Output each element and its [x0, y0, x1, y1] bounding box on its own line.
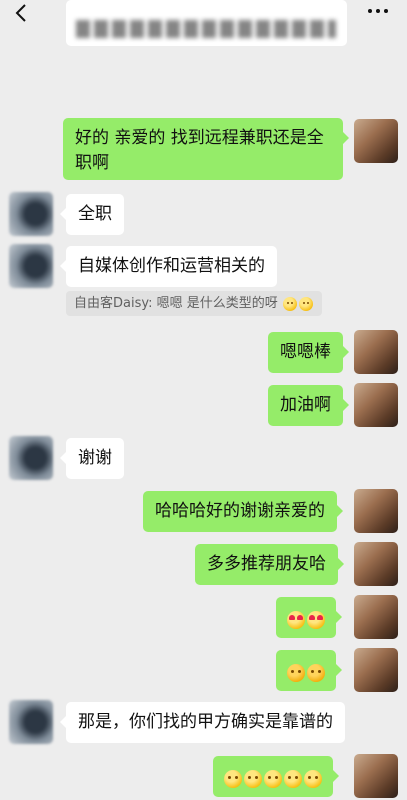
message-bubble[interactable]: 嗯嗯棒	[268, 332, 349, 373]
message-row: 加油啊	[0, 383, 407, 429]
avatar[interactable]	[354, 383, 398, 427]
message-row: 那是，你们找的甲方确实是靠谱的	[0, 700, 407, 746]
message-bubble[interactable]: 那是，你们找的甲方确实是靠谱的	[60, 702, 345, 743]
message-row: 嗯嗯棒	[0, 330, 407, 376]
message-row	[0, 595, 407, 641]
message-bubble[interactable]: 好的 亲爱的 找到远程兼职还是全职啊	[63, 118, 349, 180]
avatar[interactable]	[354, 648, 398, 692]
message-bubble[interactable]: 自媒体创作和运营相关的	[60, 246, 277, 287]
avatar[interactable]	[9, 700, 53, 744]
avatar[interactable]	[9, 192, 53, 236]
smirk-face-icon	[284, 770, 302, 788]
avatar[interactable]	[354, 119, 398, 163]
message-row: 多多推荐朋友哈	[0, 542, 407, 588]
heart-eyes-icon	[307, 611, 325, 629]
avatar[interactable]	[354, 542, 398, 586]
shy-face-icon	[307, 664, 325, 682]
message-bubble-emoji[interactable]	[276, 597, 342, 638]
message-bubble[interactable]: 多多推荐朋友哈	[195, 544, 344, 585]
message-row	[0, 648, 407, 694]
heart-eyes-icon	[287, 611, 305, 629]
smirk-face-icon	[264, 770, 282, 788]
smirk-face-icon	[224, 770, 242, 788]
message-bubble[interactable]: 加油啊	[268, 385, 349, 426]
message-bubble[interactable]: 全职	[60, 194, 124, 235]
message-row	[0, 754, 407, 800]
smirk-face-icon	[298, 296, 313, 311]
message-row: 全职	[0, 192, 407, 238]
previous-message-bubble	[66, 0, 347, 46]
smirk-face-icon	[282, 296, 297, 311]
message-row: 好的 亲爱的 找到远程兼职还是全职啊	[0, 118, 407, 182]
message-bubble-emoji[interactable]	[213, 756, 339, 797]
avatar[interactable]	[354, 489, 398, 533]
message-row: 哈哈哈好的谢谢亲爱的	[0, 489, 407, 535]
chevron-left-icon[interactable]	[12, 3, 32, 23]
smirk-face-icon	[244, 770, 262, 788]
avatar[interactable]	[9, 244, 53, 288]
message-bubble[interactable]: 哈哈哈好的谢谢亲爱的	[143, 491, 343, 532]
shy-face-icon	[287, 664, 305, 682]
quote-sender: 自由客Daisy:	[74, 296, 153, 311]
quote-text: 嗯嗯 是什么类型的呀	[156, 296, 278, 311]
more-dots-icon[interactable]	[367, 4, 389, 18]
message-bubble[interactable]: 谢谢	[60, 438, 124, 479]
message-row: 谢谢	[0, 436, 407, 482]
message-row: 自媒体创作和运营相关的	[0, 244, 407, 290]
avatar[interactable]	[354, 754, 398, 798]
smirk-face-icon	[304, 770, 322, 788]
quoted-message[interactable]: 自由客Daisy: 嗯嗯 是什么类型的呀	[66, 291, 322, 316]
avatar[interactable]	[354, 595, 398, 639]
message-bubble-emoji[interactable]	[276, 650, 342, 691]
avatar[interactable]	[9, 436, 53, 480]
avatar[interactable]	[354, 330, 398, 374]
